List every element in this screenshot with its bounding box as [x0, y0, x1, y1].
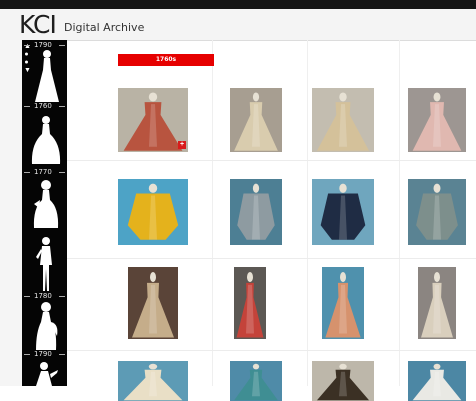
collection-item-banyan-coat-red[interactable]	[234, 267, 266, 339]
collection-item-bodice-cream[interactable]	[118, 361, 188, 401]
collection-item-robe-a-la-francaise-floral-red[interactable]: +	[118, 88, 188, 152]
grid-divider	[67, 258, 476, 259]
collection-item-robe-a-la-polonaise-beige[interactable]	[128, 267, 178, 339]
collection-item-robe-grey-green[interactable]	[408, 179, 466, 245]
garment-image	[320, 183, 366, 240]
grid-divider	[212, 40, 213, 386]
arrow-down-icon[interactable]: ▼	[24, 67, 31, 75]
garment-image	[412, 92, 462, 151]
figure-icon[interactable]	[30, 360, 62, 386]
gown-icon[interactable]	[32, 48, 62, 104]
scroll-dot-icon: ●	[24, 51, 29, 58]
garment-image	[237, 183, 275, 240]
timeline-nav[interactable]: ▲ ● ● ▼ 1790 1760 1770 1780 1790	[22, 40, 67, 386]
expand-icon[interactable]: +	[178, 141, 186, 149]
collection-item-coat-teal[interactable]	[230, 361, 282, 401]
collection-item-coat-dark-patterned[interactable]	[312, 361, 374, 401]
garment-image	[127, 183, 179, 240]
collection-item-jacket-grey-blue[interactable]	[230, 179, 282, 245]
grid-divider	[67, 350, 476, 351]
left-gutter	[0, 40, 22, 386]
collection-item-robe-cream-silk[interactable]	[418, 267, 456, 339]
garment-image	[325, 272, 361, 338]
garment-image	[132, 272, 174, 338]
grid-divider	[307, 40, 308, 386]
collection-item-robe-a-la-francaise-pink[interactable]	[408, 88, 466, 152]
collection-item-robe-a-la-francaise-cream[interactable]	[312, 88, 374, 152]
gown-icon[interactable]	[30, 114, 62, 166]
figure-icon[interactable]	[30, 235, 62, 293]
grid-divider	[399, 40, 400, 386]
garment-image	[236, 272, 264, 338]
garment-image	[316, 363, 370, 401]
brand-logo[interactable]: KCI	[19, 12, 57, 38]
garment-image	[234, 92, 278, 151]
garment-image	[421, 272, 453, 338]
decade-label[interactable]: 1760s	[118, 54, 214, 66]
gown-icon[interactable]	[30, 302, 62, 352]
top-bar	[0, 0, 476, 9]
collection-grid: 1760s +	[67, 40, 476, 401]
gown-icon[interactable]	[30, 180, 62, 230]
collection-item-petticoat-navy[interactable]	[312, 179, 374, 245]
garment-image	[316, 92, 370, 151]
collection-item-jacket-yellow[interactable]	[118, 179, 188, 245]
grid-divider	[67, 160, 476, 161]
app-header: KCI Digital Archive	[0, 9, 476, 41]
collection-item-jacket-blue[interactable]	[408, 361, 466, 401]
timeline-arrows[interactable]: ▲ ● ● ▼	[24, 43, 31, 75]
garment-image	[123, 363, 183, 401]
scroll-dot-icon: ●	[24, 59, 29, 66]
app-subtitle: Digital Archive	[64, 21, 145, 34]
collection-item-robe-a-la-francaise-ivory[interactable]	[230, 88, 282, 152]
garment-image	[416, 183, 458, 240]
garment-image	[412, 363, 462, 401]
collection-item-robe-floral-orange[interactable]	[322, 267, 364, 339]
garment-image	[234, 363, 278, 401]
